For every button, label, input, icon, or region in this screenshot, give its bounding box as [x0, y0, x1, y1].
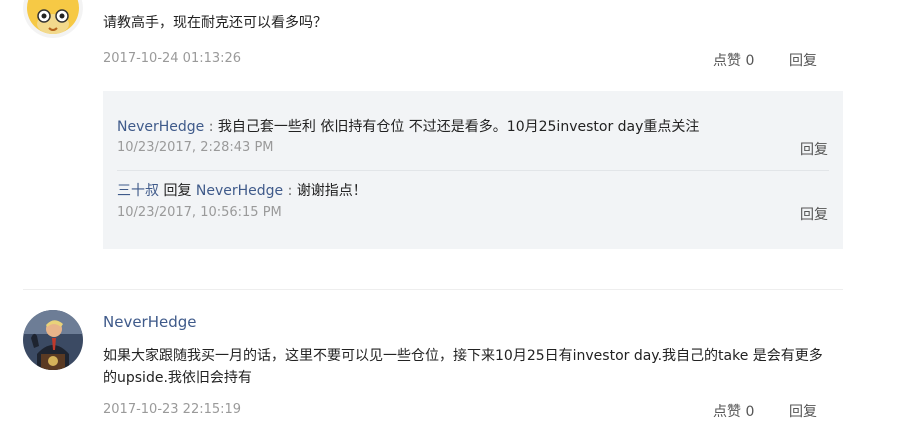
- reply-button[interactable]: 回复: [789, 401, 817, 421]
- yellow-cartoon-avatar-icon: [23, 0, 83, 38]
- avatar-commenter-1[interactable]: [23, 0, 83, 38]
- reply-username[interactable]: 三十叔: [117, 183, 159, 199]
- like-button[interactable]: 点赞 0: [713, 401, 754, 421]
- comment-text: 请教高手，现在耐克还可以看多吗？: [103, 15, 327, 31]
- reply-item: NeverHedge : 我自己套一些利 依旧持有仓位 不过还是看多。10月25…: [117, 117, 699, 137]
- comment-divider: [23, 289, 843, 290]
- speaker-at-podium-avatar-icon: [23, 310, 83, 370]
- reply-date: 10/23/2017, 10:56:15 PM: [117, 205, 282, 220]
- reply-divider: [117, 170, 829, 171]
- reply-button[interactable]: 回复: [789, 50, 817, 70]
- reply-text: 我自己套一些利 依旧持有仓位 不过还是看多。10月25investor day重…: [217, 119, 700, 135]
- reply-separator: :: [204, 119, 218, 135]
- reply-button[interactable]: 回复: [800, 139, 828, 159]
- reply-item: 三十叔 回复 NeverHedge : 谢谢指点！: [117, 181, 367, 201]
- like-button[interactable]: 点赞 0: [713, 50, 754, 70]
- comment-date: 2017-10-23 22:15:19: [103, 402, 242, 417]
- comment-text: 如果大家跟随我买一月的话，这里不要可以见一些仓位，接下来10月25日有inves…: [103, 348, 823, 386]
- avatar-commenter-2[interactable]: [23, 310, 83, 370]
- comment-date: 2017-10-24 01:13:26: [103, 51, 242, 66]
- reply-button[interactable]: 回复: [800, 204, 828, 224]
- reply-target-username[interactable]: NeverHedge: [196, 183, 283, 199]
- reply-username[interactable]: NeverHedge: [117, 119, 204, 135]
- comment-author[interactable]: NeverHedge: [103, 313, 197, 331]
- reply-date: 10/23/2017, 2:28:43 PM: [117, 140, 274, 155]
- reply-text: 谢谢指点！: [296, 183, 367, 199]
- reply-word: 回复: [159, 183, 196, 199]
- reply-separator: :: [283, 183, 297, 199]
